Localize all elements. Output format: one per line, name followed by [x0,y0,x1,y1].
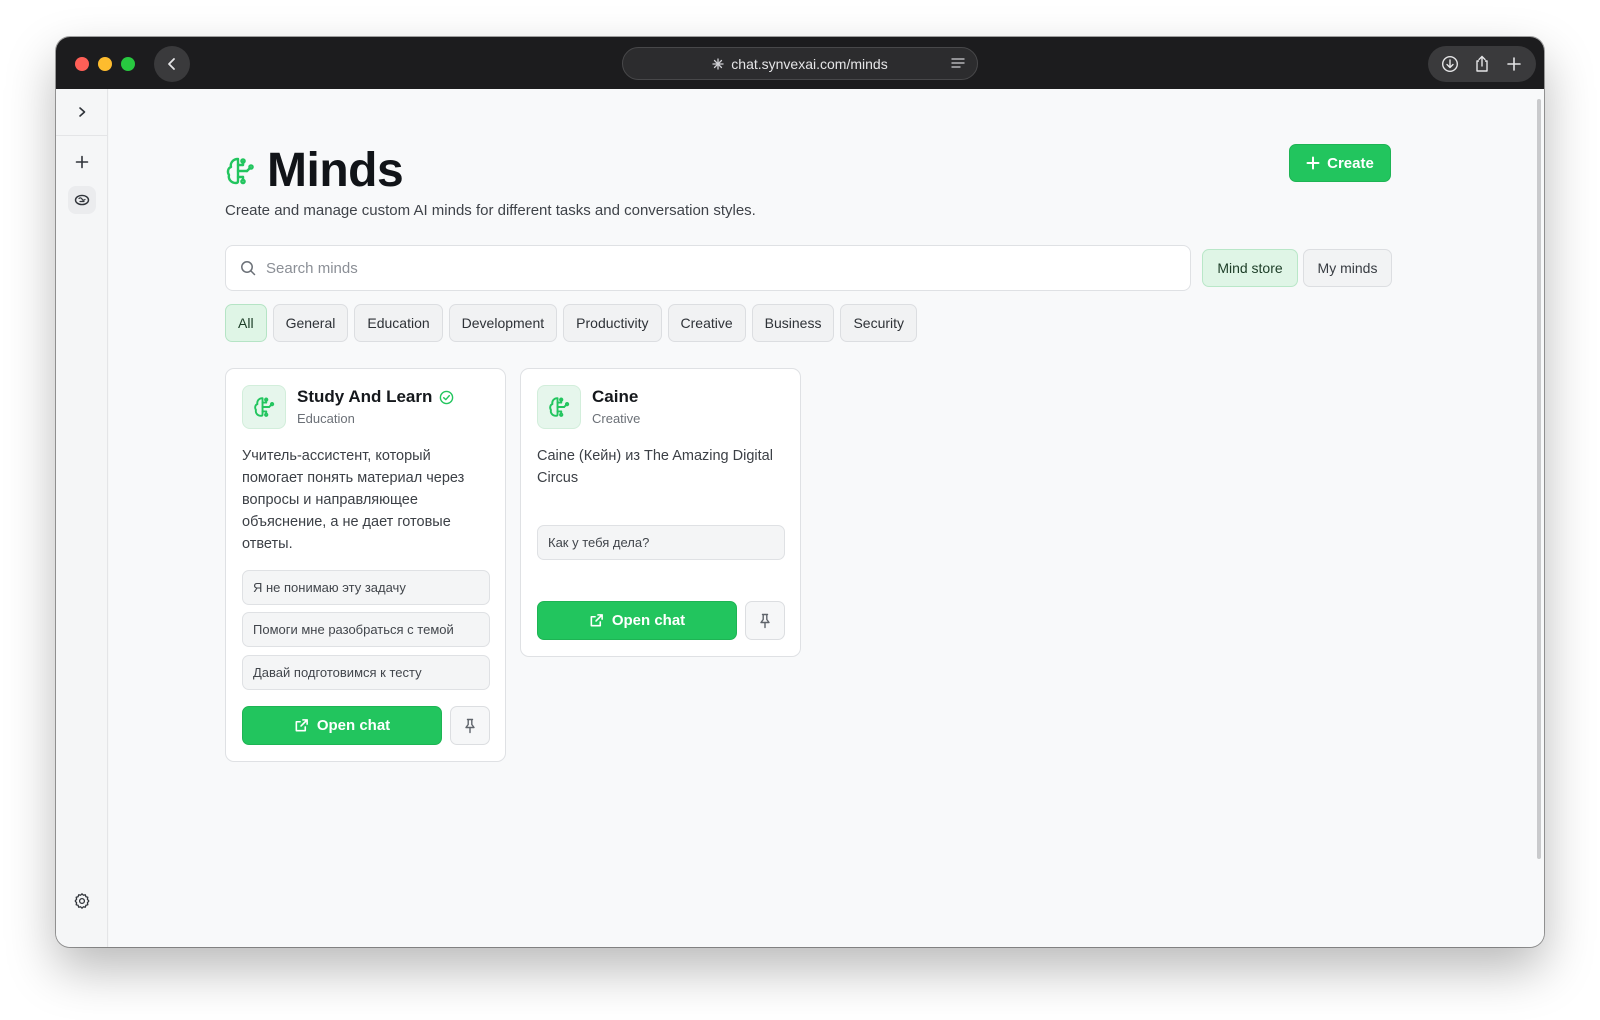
check-circle-icon [440,390,454,404]
page-title: Minds [267,144,404,197]
open-chat-button[interactable]: Open chat [537,601,737,640]
mind-description: Caine (Кейн) из The Amazing Digital Circ… [537,448,773,486]
site-icon [712,57,724,70]
mind-avatar [242,385,286,429]
browser-toolbar [1428,46,1536,82]
new-tab-icon[interactable] [1500,50,1528,78]
search-placeholder: Search minds [266,259,358,277]
download-icon[interactable] [1436,50,1464,78]
prompt-suggestion[interactable]: Я не понимаю эту задачу [242,570,490,605]
category-chip-security[interactable]: Security [840,304,918,342]
reader-icon[interactable] [951,56,965,70]
open-chat-label: Open chat [316,717,391,734]
plus-icon [1306,156,1320,170]
maximize-window-button[interactable] [121,57,135,71]
pin-icon [465,718,475,733]
sidebar-divider [56,135,108,136]
brain-icon [74,194,90,206]
category-chip-general[interactable]: General [272,304,349,342]
pin-button[interactable] [450,706,490,745]
category-chip-business[interactable]: Business [751,304,835,342]
category-filter: All General Education Development Produc… [225,304,918,342]
chevron-right-icon [79,107,86,117]
tab-my-minds[interactable]: My minds [1303,249,1392,287]
category-chip-education[interactable]: Education [354,304,443,342]
mind-description: Учитель-ассистент, который помогает поня… [242,448,465,552]
mind-card[interactable]: Caine Creative Caine (Кейн) из The Amazi… [520,368,801,657]
prompt-suggestion[interactable]: Как у тебя дела? [537,525,785,560]
page-subtitle: Create and manage custom AI minds for di… [225,202,756,219]
browser-titlebar: chat.synvexai.com/minds [56,37,1544,89]
category-chip-productivity[interactable]: Productivity [563,304,662,342]
url-text: chat.synvexai.com/minds [731,55,888,72]
pin-icon [760,613,770,628]
mind-name-text: Caine [592,387,639,406]
chevron-left-icon [168,58,175,70]
main-content: Minds Create and manage custom AI minds … [109,89,1544,947]
page-header: Minds [225,143,404,198]
search-icon [241,261,256,276]
open-chat-button[interactable]: Open chat [242,706,442,745]
mind-name-text: Study And Learn [297,387,433,406]
search-input[interactable]: Search minds [225,245,1191,291]
brain-icon [226,157,254,184]
minimize-window-button[interactable] [98,57,112,71]
create-mind-button[interactable]: Create [1289,144,1391,182]
mind-card[interactable]: Study And Learn Education Учитель-ассист… [225,368,506,762]
prompt-suggestion[interactable]: Помоги мне разобраться с темой [242,612,490,647]
gear-icon [74,893,90,909]
settings-button[interactable] [68,887,96,915]
create-button-label: Create [1327,154,1374,172]
browser-window: chat.synvexai.com/minds Minds Create and… [56,37,1544,947]
share-icon[interactable] [1468,50,1496,78]
mind-name: Caine [592,387,638,407]
back-button[interactable] [154,46,190,82]
close-window-button[interactable] [75,57,89,71]
tab-mind-store[interactable]: Mind store [1202,249,1298,287]
mind-name: Study And Learn [297,387,454,407]
mind-avatar [537,385,581,429]
scrollbar[interactable] [1537,99,1541,859]
address-bar[interactable]: chat.synvexai.com/minds [622,47,978,80]
open-chat-label: Open chat [611,612,686,629]
prompt-suggestion[interactable]: Давай подготовимся к тесту [242,655,490,690]
mind-category: Creative [592,411,641,426]
new-chat-button[interactable] [68,148,96,176]
external-link-icon [295,719,308,732]
category-chip-all[interactable]: All [225,304,267,342]
expand-sidebar-button[interactable] [68,98,96,126]
mind-category: Education [297,411,355,426]
category-chip-development[interactable]: Development [448,304,558,342]
sidebar-item-minds[interactable] [68,186,96,214]
category-chip-creative[interactable]: Creative [667,304,746,342]
brain-icon [549,397,570,417]
pin-button[interactable] [745,601,785,640]
external-link-icon [590,614,603,627]
sidebar [56,89,108,947]
plus-icon [75,155,89,169]
brain-icon [254,397,275,417]
